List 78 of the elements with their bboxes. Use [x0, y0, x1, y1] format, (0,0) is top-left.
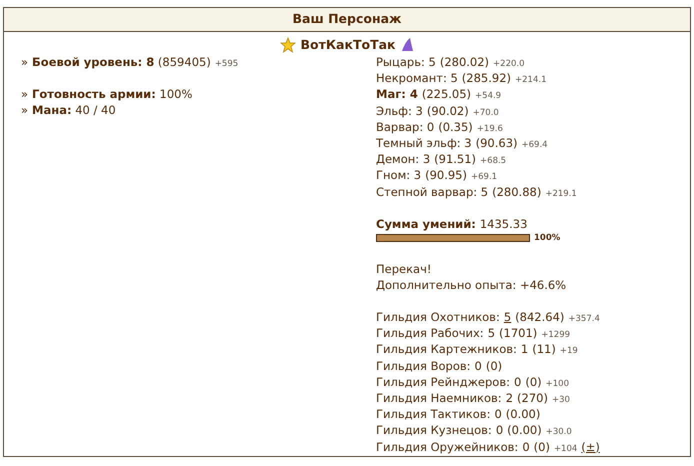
- faction-points: (280.02): [440, 54, 490, 70]
- gain-value: +69.4: [522, 138, 548, 152]
- guild-points: (0): [525, 374, 542, 390]
- guild-points: (842.64): [515, 309, 564, 325]
- guild-action-link[interactable]: (±): [581, 438, 600, 454]
- panel-header: Ваш Персонаж: [4, 8, 690, 32]
- gain-value: +220.0: [493, 58, 525, 71]
- guild-name: Гильдия Кузнецов:: [376, 422, 492, 438]
- guild-level: 0: [496, 422, 504, 438]
- bullet-mark: »: [21, 86, 28, 102]
- guild-points: (0): [534, 438, 550, 454]
- gain-value: +19: [560, 345, 578, 358]
- guild-level: 0: [522, 438, 530, 454]
- guild-level: 2: [506, 390, 514, 406]
- guild-name: Гильдия Наемников:: [376, 390, 502, 406]
- gain-value: +104: [554, 442, 578, 456]
- gain-value: +214.1: [515, 74, 546, 88]
- guild-name: Гильдия Рейнджеров:: [376, 374, 510, 390]
- faction-points: (90.63): [476, 134, 518, 151]
- guild-level: 5: [488, 325, 496, 342]
- progress-percent: 100%: [534, 232, 560, 245]
- stat-line: Боевой уровень: 8 (859405): [32, 54, 211, 70]
- gain-value: +30.0: [546, 426, 572, 440]
- guild-points: (1701): [499, 325, 538, 342]
- guild-level: 0: [514, 374, 522, 390]
- gain-value: +68.5: [480, 155, 506, 168]
- guild-level: 0: [494, 406, 502, 422]
- guild-points: (270): [517, 390, 548, 406]
- faction-level: Маг: 4: [376, 86, 418, 102]
- faction-points: (285.92): [462, 70, 512, 86]
- guild-name: Гильдия Охотников:: [376, 309, 500, 325]
- faction-level: Эльф: 3: [376, 102, 423, 119]
- faction-level: Степной варвар: 5: [376, 184, 488, 200]
- guild-points: (11): [532, 341, 556, 358]
- faction-points: (280.88): [492, 184, 542, 200]
- skills-total-label: Сумма умений:: [376, 216, 476, 232]
- guild-level-link[interactable]: 5: [504, 309, 512, 325]
- faction-points: (225.05): [422, 86, 472, 102]
- guild-level: 1: [520, 341, 528, 358]
- guild-name: Гильдия Картежников:: [376, 341, 517, 358]
- gain-value: +595: [214, 58, 238, 71]
- note-text: Перекач!: [376, 260, 432, 277]
- guild-points: (0): [486, 358, 502, 374]
- wizard-hat-icon: [400, 37, 414, 53]
- gain-value: +70.0: [472, 106, 499, 120]
- gain-value: +30: [552, 394, 570, 407]
- skills-total-value: 1435.33: [480, 216, 528, 232]
- gain-value: +19.6: [476, 122, 503, 136]
- guild-name: Гильдия Тактиков:: [376, 406, 490, 422]
- guild-name: Гильдия Оружейников:: [376, 438, 518, 454]
- gain-value: +54.9: [475, 90, 502, 104]
- faction-level: Темный эльф: 3: [376, 134, 472, 151]
- guild-points: (0.00): [506, 406, 540, 422]
- guild-points: (0.00): [507, 422, 542, 438]
- guild-name: Гильдия Рабочих:: [376, 325, 484, 342]
- gain-value: +1299: [541, 329, 570, 342]
- guild-level: 0: [474, 358, 482, 374]
- guild-name: Гильдия Воров:: [376, 358, 471, 374]
- faction-level: Демон: 3: [376, 151, 430, 168]
- faction-points: (0.35): [438, 118, 473, 135]
- gain-value: +69.1: [471, 171, 498, 184]
- faction-points: (90.02): [426, 102, 469, 119]
- bullet-mark: »: [21, 54, 28, 70]
- faction-points: (91.51): [434, 151, 476, 168]
- faction-level: Некромант: 5: [376, 70, 458, 86]
- character-name: ВотКакТоТак: [300, 36, 396, 54]
- note-text: Дополнительно опыта: +46.6%: [376, 276, 568, 293]
- gain-value: +100: [546, 378, 569, 391]
- faction-level: Рыцарь: 5: [376, 54, 436, 70]
- faction-level: Варвар: 0: [376, 118, 434, 135]
- gain-value: +357.4: [568, 313, 600, 326]
- stat-line: Готовность армии: 100%: [32, 86, 192, 102]
- bullet-mark: »: [21, 102, 28, 118]
- faction-points: (90.95): [425, 167, 467, 184]
- stat-line: Мана: 40 / 40: [32, 102, 116, 118]
- star-icon: [280, 37, 296, 53]
- gain-value: +219.1: [545, 188, 577, 200]
- faction-level: Гном: 3: [376, 167, 422, 184]
